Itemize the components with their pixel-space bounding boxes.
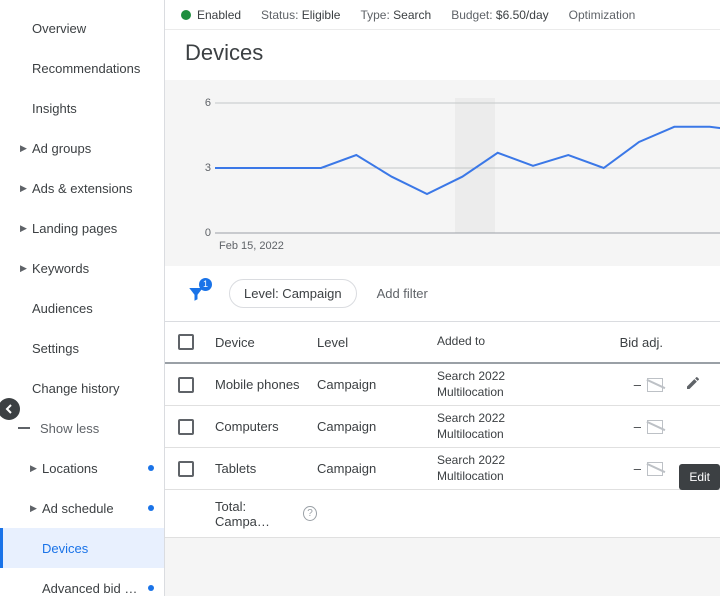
enabled-dot-icon (181, 10, 191, 20)
sidebar-item-label: Advanced bid adj. (42, 581, 142, 596)
y-tick-label: 3 (205, 162, 211, 174)
cell-level: Campaign (317, 377, 437, 392)
sidebar-item-label: Locations (42, 461, 142, 476)
no-data-icon (647, 462, 663, 476)
chart-container: 6 3 0 Feb 15, 2022 (165, 80, 720, 266)
indicator-dot-icon (148, 505, 154, 511)
status-eligible: Status: Eligible (261, 8, 340, 22)
filter-count-badge: 1 (199, 278, 212, 291)
col-header-bid[interactable]: Bid adj. (565, 335, 673, 350)
sidebar-item[interactable]: ▶ Ad groups (0, 128, 164, 168)
cell-level: Campaign (317, 461, 437, 476)
devices-chart[interactable]: 6 3 0 Feb 15, 2022 (185, 98, 720, 258)
sidebar-item-label: Landing pages (32, 221, 154, 236)
sidebar-item[interactable]: Recommendations (0, 48, 164, 88)
table-header-row: Device Level Added to Bid adj. (165, 322, 720, 364)
sidebar: Overview Recommendations Insights ▶ Ad group… (0, 0, 165, 596)
sidebar-item-label: Ads & extensions (32, 181, 154, 196)
indicator-dot-icon (148, 465, 154, 471)
col-header-level[interactable]: Level (317, 335, 437, 350)
cell-bid[interactable]: – (565, 377, 673, 392)
chevron-right-icon: ▶ (20, 223, 28, 234)
sidebar-item-label: Settings (32, 341, 154, 356)
sidebar-item-label: Change history (32, 381, 154, 396)
chevron-right-icon: ▶ (20, 143, 28, 154)
table-row: ComputersCampaignSearch 2022Multilocatio… (165, 406, 720, 448)
sidebar-item-label: Overview (32, 21, 154, 36)
no-data-icon (647, 420, 663, 434)
minus-icon (18, 427, 30, 429)
table-total-row: Total: Campa… ? (165, 490, 720, 538)
sidebar-item-label: Devices (42, 541, 154, 556)
status-type: Type: Search (360, 8, 431, 22)
devices-table: Device Level Added to Bid adj. Mobile ph… (165, 322, 720, 538)
chevron-right-icon: ▶ (20, 263, 28, 274)
sidebar-item-label: Recommendations (32, 61, 154, 76)
indicator-dot-icon (148, 585, 154, 591)
sidebar-item[interactable]: Devices (0, 528, 164, 568)
status-enabled[interactable]: Enabled (181, 8, 241, 22)
sidebar-item-label: Ad schedule (42, 501, 142, 516)
sidebar-item[interactable]: Overview (0, 8, 164, 48)
pencil-icon[interactable] (685, 375, 701, 394)
level-chip[interactable]: Level: Campaign (229, 279, 357, 308)
sidebar-item[interactable]: ▶ Keywords (0, 248, 164, 288)
help-icon[interactable]: ? (303, 506, 317, 521)
show-less-toggle[interactable]: Show less (0, 408, 164, 448)
sidebar-item[interactable]: ▶ Landing pages (0, 208, 164, 248)
status-optimization[interactable]: Optimization (569, 8, 636, 22)
cell-bid[interactable]: – (565, 419, 673, 434)
cell-level: Campaign (317, 419, 437, 434)
add-filter-button[interactable]: Add filter (377, 286, 428, 301)
sidebar-item-label: Keywords (32, 261, 154, 276)
y-tick-label: 0 (205, 227, 211, 239)
sidebar-item[interactable]: Advanced bid adj. (0, 568, 164, 608)
filter-button[interactable]: 1 (183, 281, 209, 307)
cell-device: Mobile phones (207, 377, 317, 392)
cell-added: Search 2022Multilocation (437, 411, 565, 442)
sidebar-item[interactable]: Settings (0, 328, 164, 368)
sidebar-item[interactable]: Insights (0, 88, 164, 128)
table-row: Mobile phonesCampaignSearch 2022Multiloc… (165, 364, 720, 406)
filter-bar: 1 Level: Campaign Add filter (165, 266, 720, 322)
sidebar-item[interactable]: ▶ Ads & extensions (0, 168, 164, 208)
row-checkbox[interactable] (178, 377, 194, 393)
sidebar-item[interactable]: ▶ Locations (0, 448, 164, 488)
sidebar-item[interactable]: Change history (0, 368, 164, 408)
chevron-right-icon: ▶ (20, 183, 28, 194)
status-bar: Enabled Status: Eligible Type: Search Bu… (165, 0, 720, 30)
sidebar-item[interactable]: ▶ Ad schedule (0, 488, 164, 528)
sidebar-item-label: Insights (32, 101, 154, 116)
cell-added: Search 2022Multilocation (437, 369, 565, 400)
y-tick-label: 6 (205, 97, 211, 109)
col-header-device[interactable]: Device (207, 335, 317, 350)
edit-tooltip: Edit (679, 464, 720, 490)
status-budget[interactable]: Budget: $6.50/day (451, 8, 548, 22)
row-checkbox[interactable] (178, 461, 194, 477)
page-title: Devices (165, 30, 720, 80)
row-checkbox[interactable] (178, 419, 194, 435)
enabled-label: Enabled (197, 8, 241, 22)
chevron-right-icon: ▶ (30, 503, 38, 514)
table-row: TabletsCampaignSearch 2022Multilocation– (165, 448, 720, 490)
cell-bid[interactable]: – (565, 461, 673, 476)
cell-device: Computers (207, 419, 317, 434)
sidebar-item-label: Audiences (32, 301, 154, 316)
sidebar-item-label: Ad groups (32, 141, 154, 156)
select-all-checkbox[interactable] (178, 334, 194, 350)
sidebar-item[interactable]: Audiences (0, 288, 164, 328)
x-tick-label: Feb 15, 2022 (219, 240, 284, 252)
main-content: Enabled Status: Eligible Type: Search Bu… (165, 0, 720, 596)
no-data-icon (647, 378, 663, 392)
total-label: Total: Campa… (215, 499, 297, 529)
show-less-label: Show less (40, 421, 99, 436)
cell-added: Search 2022Multilocation (437, 453, 565, 484)
cell-device: Tablets (207, 461, 317, 476)
chevron-right-icon: ▶ (30, 463, 38, 474)
col-header-added[interactable]: Added to (437, 334, 565, 350)
